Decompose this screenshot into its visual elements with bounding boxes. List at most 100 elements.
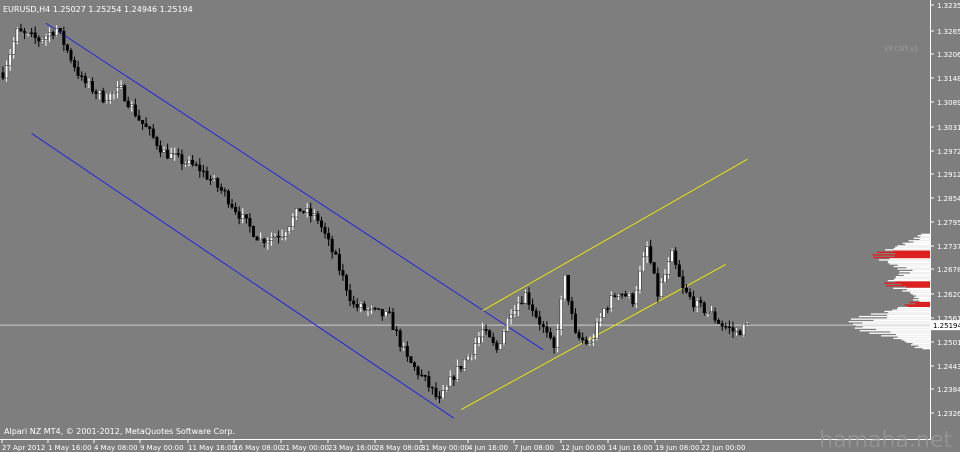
candle-bull [169, 153, 173, 159]
candle-bull [402, 346, 406, 348]
profile-bar-highlight [895, 253, 930, 255]
candle-bull [305, 208, 309, 213]
candle-bear [534, 310, 538, 318]
profile-bar-highlight [901, 283, 930, 286]
price-tick-label: 1.23260 [937, 410, 960, 418]
candle-bear [727, 326, 731, 328]
profile-bar [902, 290, 930, 292]
profile-bar [887, 262, 930, 264]
candle-bull [502, 331, 506, 345]
time-tick-label: 31 May 00:00 [421, 444, 469, 452]
candle-bull [448, 376, 452, 387]
candle-bear [613, 295, 617, 297]
candle-bull [498, 343, 502, 350]
profile-bar [914, 296, 930, 298]
candle-bull [44, 35, 48, 40]
candle-bear [409, 356, 413, 364]
time-tick-label: 9 May 00:00 [140, 444, 184, 452]
profile-bar [873, 319, 930, 322]
profile-bar [859, 330, 930, 332]
profile-bar [919, 238, 930, 241]
candle-bear [176, 153, 180, 155]
profile-bar [850, 318, 930, 320]
profile-bar [916, 295, 930, 297]
candle-bear [123, 85, 127, 102]
profile-bar [898, 306, 930, 309]
profile-bar [901, 339, 930, 341]
profile-bar-highlight [909, 301, 930, 304]
candle-bear [58, 28, 62, 32]
candle-bear [223, 189, 227, 192]
profile-bar-highlight [886, 285, 930, 287]
profile-bar [913, 237, 930, 239]
candle-bull [173, 153, 177, 155]
candle-bear [94, 91, 98, 94]
site-watermark: hamaha.net [819, 428, 952, 452]
candle-bear [320, 220, 324, 228]
profile-bar [895, 276, 930, 278]
candle-bull [130, 104, 134, 108]
candle-bear [65, 44, 69, 51]
candle-bull [259, 238, 263, 241]
candle-bull [617, 293, 621, 297]
candle-bull [212, 178, 216, 180]
profile-bar [884, 310, 930, 313]
candle-bear [208, 179, 212, 181]
candle-bull [455, 366, 459, 380]
profile-bar [862, 322, 930, 324]
candle-bear [205, 170, 209, 180]
profile-bar [885, 249, 930, 251]
profile-bar [892, 309, 930, 311]
time-tick-label: 4 Jun 16:00 [468, 444, 508, 452]
time-tick-label: 19 Jun 08:00 [655, 444, 699, 452]
candle-bull [645, 246, 649, 258]
candle-bear [577, 332, 581, 338]
candle-bear [438, 396, 442, 399]
profile-bar-highlight [873, 256, 930, 259]
candle-bull [312, 213, 316, 217]
price-chart[interactable]: 1.32355 1.32650 1.32065 1.31480 1.30895 1.303… [0, 0, 960, 452]
time-tick-label: 27 Apr 2012 [2, 444, 45, 452]
candle-bear [649, 246, 653, 263]
candle-bear [298, 208, 302, 212]
profile-bar [906, 267, 930, 269]
candle-bear [262, 238, 266, 243]
profile-bar-highlight [915, 303, 930, 305]
candle-bear [584, 339, 588, 344]
candle-bear [674, 250, 678, 265]
candle-bear [248, 218, 252, 227]
candle-bear [488, 330, 492, 338]
candle-bull [667, 261, 671, 275]
candle-bull [706, 312, 710, 314]
profile-bar [912, 342, 930, 345]
candle-bull [663, 274, 667, 283]
candle-bear [194, 164, 198, 166]
profile-bar [878, 259, 930, 261]
candle-bear [126, 100, 130, 108]
candle-bear [191, 159, 195, 165]
candle-bear [387, 311, 391, 313]
price-tick-label: 1.32065 [937, 51, 960, 59]
candle-bear [606, 308, 610, 310]
candle-bear [148, 126, 152, 130]
candle-bear [80, 75, 84, 77]
plot-area [0, 0, 930, 439]
candle-bull [466, 355, 470, 361]
candle-bear [713, 311, 717, 321]
profile-bar [887, 314, 930, 316]
candle-bear [552, 337, 556, 348]
candle-bear [405, 346, 409, 357]
time-tick-label: 16 May 08:00 [234, 444, 282, 452]
candle-bull [735, 330, 739, 333]
candle-bull [595, 321, 599, 339]
symbol-info: EURUSD,H4 1.25027 1.25254 1.24946 1.2519… [3, 5, 193, 14]
profile-bar [906, 289, 930, 291]
profile-bar [889, 258, 930, 260]
time-tick-label: 12 Jun 00:00 [561, 444, 605, 452]
time-tick-label: 22 Jun 00:00 [701, 444, 745, 452]
candle-bear [230, 203, 234, 208]
candle-bull [477, 336, 481, 344]
candle-bull [291, 216, 295, 228]
profile-bar [893, 337, 930, 340]
candle-bear [531, 304, 535, 311]
